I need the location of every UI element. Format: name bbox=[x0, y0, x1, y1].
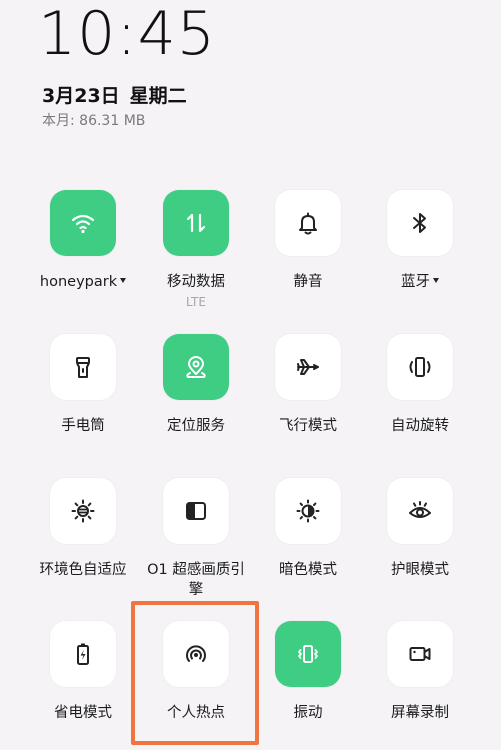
tile-label: 蓝牙 bbox=[365, 272, 475, 292]
tile-silent[interactable]: 静音 bbox=[253, 190, 363, 292]
tile-hotspot[interactable]: 个人热点 bbox=[141, 621, 251, 723]
mobile-data-toggle[interactable] bbox=[163, 190, 229, 256]
wifi-toggle[interactable] bbox=[50, 190, 116, 256]
tile-label: 暗色模式 bbox=[279, 562, 337, 578]
bell-icon bbox=[299, 212, 317, 235]
display-engine-icon bbox=[186, 502, 206, 520]
tile-auto-rotate[interactable]: 自动旋转 bbox=[365, 334, 475, 436]
vibrate-icon bbox=[298, 645, 318, 663]
tile-label: 静音 bbox=[293, 274, 323, 290]
dropdown-caret-icon[interactable] bbox=[433, 278, 439, 283]
tile-dark-mode[interactable]: 暗色模式 bbox=[253, 478, 363, 580]
tile-mobile-data[interactable]: 移动数据 LTE bbox=[141, 190, 251, 310]
tile-eye-care[interactable]: 护眼模式 bbox=[365, 478, 475, 580]
tile-battery-saver[interactable]: 省电模式 bbox=[28, 621, 138, 723]
flashlight-toggle[interactable] bbox=[50, 334, 116, 400]
date-line: 3月23日 星期二 bbox=[42, 84, 187, 108]
tile-display-engine[interactable]: O1 超感画质引擎 bbox=[141, 478, 251, 600]
bluetooth-toggle[interactable] bbox=[387, 190, 453, 256]
tile-label: 手电筒 bbox=[61, 418, 105, 434]
location-toggle[interactable] bbox=[163, 334, 229, 400]
tile-label: 屏幕录制 bbox=[391, 705, 449, 721]
airplane-toggle[interactable] bbox=[275, 334, 341, 400]
tile-ambient-color[interactable]: 环境色自适应 bbox=[28, 478, 138, 580]
tile-label: 护眼模式 bbox=[391, 562, 449, 578]
weekday-text: 星期二 bbox=[129, 85, 187, 107]
tile-label: 移动数据 bbox=[167, 274, 225, 290]
bluetooth-label: 蓝牙 bbox=[401, 274, 430, 290]
flashlight-icon bbox=[76, 357, 90, 378]
clock-time: 10:45 bbox=[38, 0, 216, 69]
airplane-icon bbox=[297, 359, 319, 375]
dark-mode-icon bbox=[296, 499, 320, 523]
display-engine-toggle[interactable] bbox=[163, 478, 229, 544]
dark-mode-toggle[interactable] bbox=[275, 478, 341, 544]
screen-record-icon bbox=[409, 647, 431, 661]
tile-airplane[interactable]: 飞行模式 bbox=[253, 334, 363, 436]
wifi-icon bbox=[71, 214, 95, 234]
tile-label: 飞行模式 bbox=[279, 418, 337, 434]
tile-flashlight[interactable]: 手电筒 bbox=[28, 334, 138, 436]
battery-saver-icon bbox=[77, 643, 89, 665]
auto-rotate-icon bbox=[409, 357, 431, 377]
network-type-label: LTE bbox=[186, 295, 206, 309]
eye-care-icon bbox=[409, 501, 431, 518]
tile-label: 环境色自适应 bbox=[39, 562, 127, 578]
eye-care-toggle[interactable] bbox=[387, 478, 453, 544]
bluetooth-icon bbox=[413, 213, 426, 233]
tile-bluetooth[interactable]: 蓝牙 bbox=[365, 190, 475, 292]
silent-toggle[interactable] bbox=[275, 190, 341, 256]
vibrate-toggle[interactable] bbox=[275, 621, 341, 687]
battery-saver-toggle[interactable] bbox=[50, 621, 116, 687]
tile-screen-record[interactable]: 屏幕录制 bbox=[365, 621, 475, 723]
tile-label: 振动 bbox=[293, 705, 323, 721]
hotspot-icon bbox=[186, 645, 206, 662]
hotspot-toggle[interactable] bbox=[163, 621, 229, 687]
screen-record-toggle[interactable] bbox=[387, 621, 453, 687]
tile-label: 定位服务 bbox=[167, 418, 225, 434]
date-text: 3月23日 bbox=[42, 85, 120, 107]
data-usage-text: 本月: 86.31 MB bbox=[42, 113, 146, 129]
wifi-label: honeypark bbox=[39, 274, 118, 290]
ambient-color-toggle[interactable] bbox=[50, 478, 116, 544]
tile-label: O1 超感画质引擎 bbox=[147, 562, 245, 598]
tile-wifi[interactable]: honeypark bbox=[28, 190, 138, 292]
location-icon bbox=[186, 356, 206, 378]
auto-rotate-toggle[interactable] bbox=[387, 334, 453, 400]
mobile-data-icon bbox=[186, 213, 206, 233]
tile-label: 个人热点 bbox=[167, 705, 225, 721]
dropdown-caret-icon[interactable] bbox=[120, 278, 127, 283]
tile-label: 自动旋转 bbox=[391, 418, 449, 434]
tile-vibrate[interactable]: 振动 bbox=[253, 621, 363, 723]
tile-label: honeypark bbox=[28, 272, 138, 292]
tile-label: 省电模式 bbox=[54, 705, 112, 721]
ambient-color-icon bbox=[71, 499, 95, 523]
tile-location[interactable]: 定位服务 bbox=[141, 334, 251, 436]
